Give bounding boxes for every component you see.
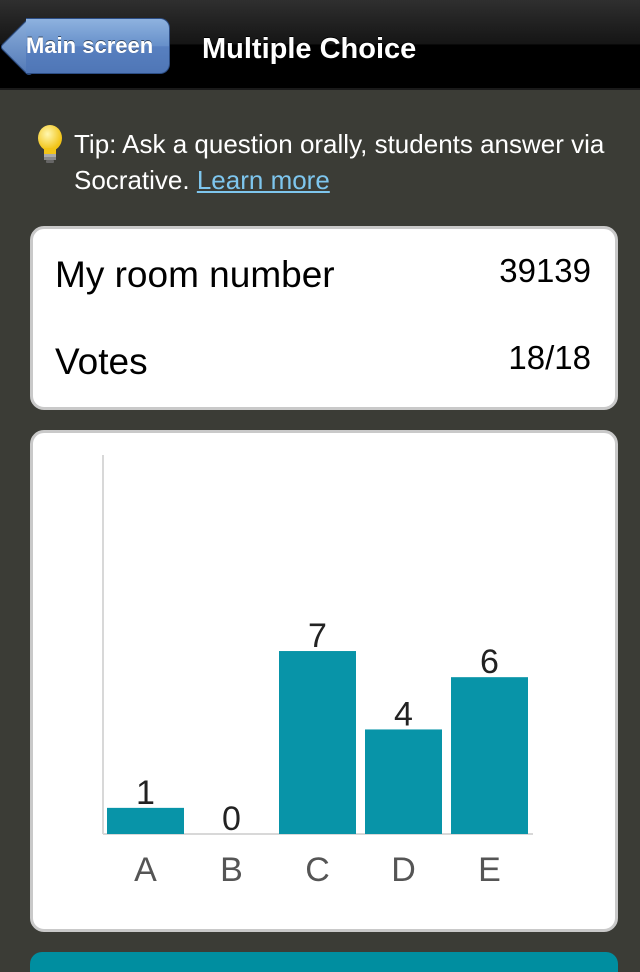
value-label-e: 6 <box>480 643 499 681</box>
navigation-bar: Main screen Multiple Choice <box>0 0 640 90</box>
page-title: Multiple Choice <box>202 33 417 65</box>
value-label-b: 0 <box>222 800 241 838</box>
bar-d <box>365 729 442 834</box>
room-number-value: 39139 <box>499 252 591 289</box>
value-label-d: 4 <box>394 695 413 733</box>
bar-e <box>451 677 528 834</box>
votes-value: 18/18 <box>508 339 591 376</box>
learn-more-link[interactable]: Learn more <box>197 165 330 195</box>
back-button-label: Main screen <box>26 33 154 58</box>
results-bar-chart: 1 A 0 B 7 C 4 D 6 E <box>102 455 533 889</box>
lightbulb-icon <box>38 125 62 163</box>
results-chart-card: 1 A 0 B 7 C 4 D 6 E <box>30 430 618 932</box>
category-label-b: B <box>220 851 243 889</box>
value-label-a: 1 <box>136 774 155 812</box>
main-screen-back-button[interactable]: Main screen <box>0 17 170 77</box>
votes-label: Votes <box>55 341 148 382</box>
category-label-c: C <box>305 851 330 889</box>
category-label-e: E <box>478 851 501 889</box>
tip-text: Tip: Ask a question orally, students ans… <box>74 129 605 195</box>
bar-c <box>279 651 356 834</box>
room-number-label: My room number <box>55 254 335 295</box>
bottom-action-bar[interactable] <box>30 952 618 972</box>
category-label-d: D <box>391 851 416 889</box>
category-label-a: A <box>134 851 157 889</box>
value-label-c: 7 <box>308 617 327 655</box>
room-info-card: My room number 39139 Votes 18/18 <box>30 226 618 410</box>
